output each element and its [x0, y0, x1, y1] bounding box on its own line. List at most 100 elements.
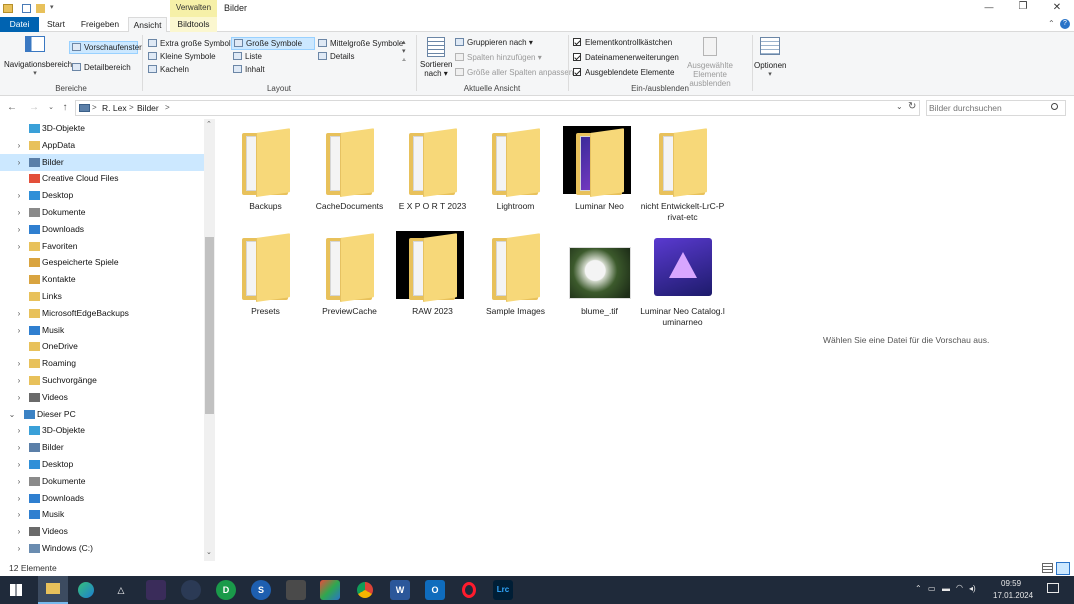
file-tile[interactable]: Sample Images — [473, 230, 558, 330]
ausgewaehlte-ausblenden-button[interactable]: Ausgewählte Elemente ausblenden — [672, 37, 748, 88]
nav-item[interactable]: Links — [0, 288, 204, 305]
expand-chevron-icon[interactable]: › — [15, 473, 23, 490]
file-tile[interactable]: Luminar Neo Catalog.luminarneo — [640, 230, 725, 330]
nav-item[interactable]: › Roaming — [0, 355, 204, 372]
layout-scroll-more-icon[interactable]: ▴ ▾ ⩡ — [402, 38, 406, 65]
nav-item[interactable]: Kontakte — [0, 271, 204, 288]
back-button[interactable]: ← — [5, 101, 19, 115]
expand-chevron-icon[interactable]: › — [15, 204, 23, 221]
tray-battery-icon[interactable]: ▬ — [942, 584, 950, 593]
scroll-thumb[interactable] — [205, 237, 214, 414]
edge-icon[interactable] — [76, 580, 96, 600]
tab-bildtools[interactable]: Bildtools — [170, 17, 217, 32]
file-tile[interactable]: Lightroom — [473, 125, 558, 225]
nav-item[interactable]: › Musik — [0, 322, 204, 339]
address-bar[interactable]: > R. Lex > Bilder > ⌄ ↻ — [75, 100, 920, 116]
vorschaufenster-button[interactable]: Vorschaufenster — [69, 41, 142, 54]
expand-chevron-icon[interactable]: › — [15, 456, 23, 473]
file-explorer-icon[interactable] — [38, 576, 68, 604]
scroll-down-icon[interactable]: ⌄ — [206, 548, 212, 556]
opera-icon[interactable] — [459, 580, 479, 600]
nav-item[interactable]: › Musik — [0, 506, 204, 523]
spalten-hinzufuegen-button[interactable]: Spalten hinzufügen ▾ — [455, 52, 542, 64]
tray-wifi-icon[interactable]: ◠ — [956, 583, 963, 592]
expand-chevron-icon[interactable]: ⌄ — [8, 406, 16, 423]
nav-item[interactable]: › AppData — [0, 137, 204, 154]
help-icon[interactable]: ? — [1060, 19, 1070, 29]
tab-start[interactable]: Start — [40, 17, 72, 32]
word-icon[interactable]: W — [390, 580, 410, 600]
nav-item[interactable]: › Suchvorgänge — [0, 372, 204, 389]
nav-item[interactable]: › Videos — [0, 389, 204, 406]
expand-chevron-icon[interactable]: › — [15, 322, 23, 339]
up-button[interactable]: ↑ — [58, 101, 72, 115]
layout-extra-grosse-symbole[interactable]: Extra große Symbole — [148, 38, 235, 50]
file-tile[interactable]: Luminar Neo — [557, 125, 642, 225]
tab-datei[interactable]: Datei — [0, 17, 39, 32]
shield-s-icon[interactable]: S — [251, 580, 271, 600]
nav-item[interactable]: › Videos — [0, 523, 204, 540]
refresh-icon[interactable]: ↻ — [908, 101, 916, 112]
nav-item[interactable]: › Favoriten — [0, 238, 204, 255]
breadcrumb-separator[interactable]: > — [92, 103, 97, 112]
nebula-icon[interactable] — [146, 580, 166, 600]
groesse-spalten-button[interactable]: Größe aller Spalten anpassen — [455, 67, 573, 79]
nav-item[interactable]: › Dokumente — [0, 204, 204, 221]
layout-inhalt[interactable]: Inhalt — [233, 64, 265, 76]
nav-item[interactable]: Gespeicherte Spiele — [0, 254, 204, 271]
layout-kleine-symbole[interactable]: Kleine Symbole — [148, 51, 216, 63]
ribbon-collapse-icon[interactable]: ⌃ — [1048, 19, 1055, 28]
address-history-dropdown-icon[interactable]: ⌄ — [896, 102, 903, 111]
qat-properties-icon[interactable] — [22, 4, 31, 13]
chrome-icon[interactable] — [355, 580, 375, 600]
close-button[interactable]: ✕ — [1047, 2, 1067, 13]
luminar-icon[interactable]: △ — [111, 580, 131, 600]
nav-item[interactable]: OneDrive — [0, 338, 204, 355]
layout-details[interactable]: Details — [318, 51, 354, 63]
minimize-button[interactable]: — — [979, 2, 999, 12]
maximize-button[interactable]: ❐ — [1013, 1, 1033, 12]
outlook-icon[interactable]: O — [425, 580, 445, 600]
ausgeblendete-elemente-checkbox[interactable]: Ausgeblendete Elemente — [573, 67, 674, 79]
expand-chevron-icon[interactable]: › — [15, 540, 23, 557]
search-box[interactable] — [926, 100, 1066, 116]
expand-chevron-icon[interactable]: › — [15, 187, 23, 204]
nav-item[interactable]: › Bilder — [0, 154, 204, 171]
shield-d-icon[interactable]: D — [216, 580, 236, 600]
tray-network-icon[interactable]: ▭ — [928, 584, 936, 593]
layout-grosse-symbole[interactable]: Große Symbole — [231, 37, 315, 50]
nav-item[interactable]: › Downloads — [0, 490, 204, 507]
tool-icon[interactable] — [286, 580, 306, 600]
expand-chevron-icon[interactable]: › — [15, 154, 23, 171]
sortieren-nach-button[interactable]: Sortieren nach ▾ — [420, 37, 452, 78]
expand-chevron-icon[interactable]: › — [15, 238, 23, 255]
expand-chevron-icon[interactable]: › — [15, 490, 23, 507]
large-icons-view-toggle-icon[interactable] — [1056, 562, 1070, 575]
tray-time[interactable]: 09:59 — [1001, 579, 1021, 588]
tab-ansicht[interactable]: Ansicht — [128, 17, 167, 33]
layout-mittelgrosse-symbole[interactable]: Mittelgroße Symbole — [318, 38, 403, 50]
optionen-button[interactable]: Optionen ▾ — [754, 37, 786, 78]
elementkontrollkaestchen-checkbox[interactable]: Elementkontrollkästchen — [573, 37, 672, 49]
expand-chevron-icon[interactable]: › — [15, 355, 23, 372]
nav-item[interactable]: › Dokumente — [0, 473, 204, 490]
breadcrumb-bilder[interactable]: Bilder — [137, 103, 159, 113]
forward-button[interactable]: → — [27, 101, 41, 115]
globe-icon[interactable] — [181, 580, 201, 600]
qat-dropdown-icon[interactable]: ▾ — [50, 3, 54, 11]
nav-item[interactable]: › MicrosoftEdgeBackups — [0, 305, 204, 322]
file-tile[interactable]: nicht Entwickelt-LrC-Privat-etc — [640, 125, 725, 225]
detailbereich-button[interactable]: Detailbereich — [72, 62, 131, 74]
nav-item[interactable]: Creative Cloud Files — [0, 170, 204, 187]
nav-item[interactable]: › Downloads — [0, 221, 204, 238]
layout-liste[interactable]: Liste — [233, 51, 262, 63]
breadcrumb-separator[interactable]: > — [129, 103, 134, 112]
file-tile[interactable]: Presets — [223, 230, 308, 330]
lightroom-classic-icon[interactable]: Lrc — [493, 580, 513, 600]
scroll-up-icon[interactable]: ⌃ — [206, 120, 212, 128]
expand-chevron-icon[interactable]: › — [15, 137, 23, 154]
tray-chevron-icon[interactable]: ⌃ — [915, 584, 922, 593]
qat-folder-icon[interactable] — [36, 4, 45, 13]
breadcrumb-r-lex[interactable]: R. Lex — [102, 103, 127, 113]
dateinamenerweiterungen-checkbox[interactable]: Dateinamenerweiterungen — [573, 52, 679, 64]
